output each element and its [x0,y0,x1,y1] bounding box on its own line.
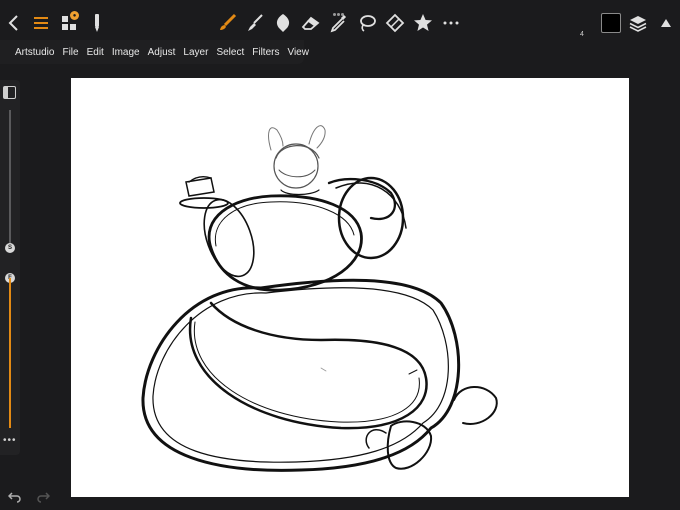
pencil-settings-icon[interactable] [84,10,110,36]
back-icon[interactable] [1,10,27,36]
blur-icon[interactable] [270,10,296,36]
layers-icon[interactable] [625,10,651,36]
menu-filters[interactable]: Filters [252,47,279,58]
menu-adjust[interactable]: Adjust [148,47,176,58]
menu-bar: Artstudio File Edit Image Adjust Layer S… [0,40,309,64]
sketch-artwork [141,125,498,472]
menu-layer[interactable]: Layer [183,47,208,58]
brush-sidebar: S F ••• [0,80,20,455]
redo-icon[interactable] [36,489,51,508]
drawing-canvas[interactable] [71,78,629,497]
color-swatch[interactable] [601,13,621,33]
size-slider-knob[interactable]: S [5,243,15,253]
panel-toggle-icon[interactable] [3,86,16,99]
eraser-icon[interactable] [298,10,324,36]
notification-badge: ● [70,11,79,20]
sidebar-more-icon[interactable]: ••• [3,435,17,446]
flow-slider-track[interactable] [9,278,11,428]
menu-edit[interactable]: Edit [87,47,104,58]
menu-file[interactable]: File [62,47,78,58]
size-slider-track[interactable] [9,110,11,248]
menu-icon[interactable] [28,10,54,36]
menu-view[interactable]: View [287,47,309,58]
layer-count: 4 [580,31,584,38]
menu-select[interactable]: Select [216,47,244,58]
lasso-icon[interactable] [354,10,380,36]
toolbar-grip[interactable] [333,3,347,16]
menu-artstudio[interactable]: Artstudio [15,47,54,58]
transform-icon[interactable] [382,10,408,36]
eyedropper-icon[interactable] [326,10,352,36]
star-icon[interactable] [410,10,436,36]
collapse-toolbar-icon[interactable] [653,10,679,36]
undo-icon[interactable] [7,489,22,508]
more-icon[interactable] [438,10,464,36]
brush-icon[interactable] [214,10,240,36]
smudge-icon[interactable] [242,10,268,36]
top-toolbar: ● 4 [0,0,680,44]
menu-image[interactable]: Image [112,47,140,58]
